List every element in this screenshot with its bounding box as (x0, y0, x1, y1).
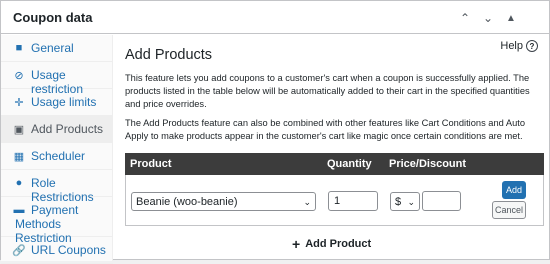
sidebar-item-payment-methods-restriction[interactable]: ▬ Payment Methods Restriction (1, 197, 113, 245)
chevron-down-icon: ⌄ (303, 197, 311, 207)
user-icon: ● (15, 177, 23, 189)
sidebar-item-usage-restriction[interactable]: ⊘ Usage restriction (1, 62, 113, 96)
chevron-down-icon: ⌄ (407, 197, 415, 207)
sidebar-item-general[interactable]: ■ General (1, 35, 113, 62)
column-header-price: Price/Discount (389, 158, 467, 170)
sidebar-item-add-products[interactable]: ▣ Add Products (1, 116, 113, 143)
product-select[interactable]: Beanie (woo-beanie) ⌄ (131, 192, 316, 211)
coupon-tabs-sidebar: ■ General ⊘ Usage restriction ✛ Usage li… (1, 35, 113, 264)
plus-icon: + (292, 236, 301, 252)
add-row-button[interactable]: Add (502, 181, 526, 199)
sidebar-item-scheduler[interactable]: ▦ Scheduler (1, 143, 113, 170)
cancel-row-button[interactable]: Cancel (492, 201, 526, 219)
ticket-icon: ■ (15, 42, 23, 54)
link-icon: 🔗 (12, 244, 26, 257)
column-header-quantity: Quantity (327, 158, 372, 170)
add-product-button[interactable]: + Add Product (292, 236, 372, 252)
chevron-up-icon[interactable]: ⌃ (456, 9, 474, 27)
column-header-product: Product (130, 158, 172, 170)
panel-header: Coupon data ⌃ ⌄ ▲ (1, 1, 549, 34)
sidebar-item-label: Add Products (31, 122, 104, 136)
page-title: Add Products (125, 47, 213, 63)
block-icon: ⊘ (14, 69, 24, 82)
product-select-value: Beanie (woo-beanie) (136, 195, 238, 208)
sidebar-item-usage-limits[interactable]: ✛ Usage limits (1, 89, 113, 116)
calendar-icon: ▦ (13, 150, 25, 163)
coupon-data-panel: Coupon data ⌃ ⌄ ▲ ■ General ⊘ Usage rest… (0, 0, 550, 264)
help-label: Help (500, 40, 523, 52)
panel-title: Coupon data (13, 10, 93, 25)
quantity-input[interactable]: 1 (328, 191, 378, 211)
caret-up-icon[interactable]: ▲ (502, 9, 520, 27)
products-table-header: Product Quantity Price/Discount (125, 153, 544, 175)
briefcase-icon: ▣ (13, 123, 25, 136)
sidebar-item-role-restrictions[interactable]: ● Role Restrictions (1, 170, 113, 204)
table-row: Beanie (woo-beanie) ⌄ 1 $ ⌄ Add Cancel (125, 175, 544, 226)
currency-select[interactable]: $ ⌄ (390, 192, 420, 211)
add-product-label: Add Product (305, 238, 372, 250)
plus-move-icon: ✛ (14, 96, 24, 109)
chevron-down-icon[interactable]: ⌄ (479, 9, 497, 27)
add-products-main: Help ? Add Products This feature lets yo… (113, 35, 549, 261)
sidebar-item-label: Scheduler (31, 149, 86, 163)
sidebar-item-label: URL Coupons (31, 243, 106, 257)
description-paragraph-1: This feature lets you add coupons to a c… (125, 73, 530, 109)
description-paragraph-2: The Add Products feature can also be com… (125, 118, 526, 141)
help-toggle[interactable]: Help ? (500, 40, 538, 52)
currency-select-value: $ (395, 195, 402, 208)
price-discount-input[interactable] (422, 191, 461, 211)
sidebar-item-label: General (31, 41, 74, 55)
sidebar-item-label: Usage limits (31, 95, 97, 109)
help-icon: ? (526, 40, 538, 52)
